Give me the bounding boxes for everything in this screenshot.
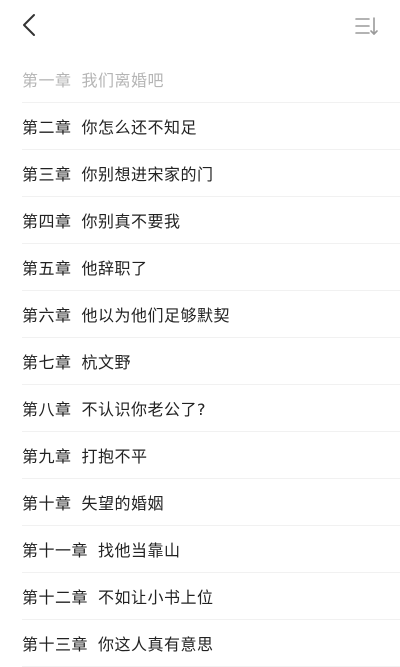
chapter-title: 找他当靠山 xyxy=(98,541,181,560)
chapter-title: 杭文野 xyxy=(81,353,132,372)
chapter-label: 第十二章 不如让小书上位 xyxy=(22,584,214,608)
chapter-title: 不如让小书上位 xyxy=(98,588,214,607)
chapter-label: 第二章 你怎么还不知足 xyxy=(22,114,197,138)
chapter-label: 第六章 他以为他们足够默契 xyxy=(22,302,230,326)
chapter-number: 第九章 xyxy=(22,447,72,466)
sort-descending-icon xyxy=(355,17,378,35)
chapter-number: 第八章 xyxy=(22,400,72,419)
chapter-label: 第八章 不认识你老公了? xyxy=(22,396,206,420)
chapter-item[interactable]: 第六章 他以为他们足够默契 xyxy=(22,291,400,338)
chapter-label: 第十一章 找他当靠山 xyxy=(22,537,181,561)
chapter-item[interactable]: 第十一章 找他当靠山 xyxy=(22,526,400,573)
chapter-item[interactable]: 第四章 你别真不要我 xyxy=(22,197,400,244)
chapter-item[interactable]: 第十三章 你这人真有意思 xyxy=(22,620,400,667)
chapter-number: 第三章 xyxy=(22,165,72,184)
chapter-title: 他以为他们足够默契 xyxy=(81,306,231,325)
chapter-title: 你这人真有意思 xyxy=(98,635,214,654)
chapter-title: 你别想进宋家的门 xyxy=(81,165,214,184)
chapter-label: 第十三章 你这人真有意思 xyxy=(22,631,214,655)
chapter-label: 第十章 失望的婚姻 xyxy=(22,490,164,514)
chapter-item[interactable]: 第九章 打抱不平 xyxy=(22,432,400,479)
chapter-item[interactable]: 第十章 失望的婚姻 xyxy=(22,479,400,526)
chapter-item[interactable]: 第二章 你怎么还不知足 xyxy=(22,103,400,150)
chapter-number: 第七章 xyxy=(22,353,72,372)
chapter-item[interactable]: 第一章 我们离婚吧 xyxy=(22,56,400,103)
chapter-number: 第一章 xyxy=(22,71,72,90)
chapter-number: 第十一章 xyxy=(22,541,89,560)
chapter-title: 你别真不要我 xyxy=(81,212,181,231)
chapter-label: 第七章 杭文野 xyxy=(22,349,131,373)
chapter-title: 打抱不平 xyxy=(81,447,148,466)
chapter-number: 第十三章 xyxy=(22,635,89,654)
chapter-number: 第五章 xyxy=(22,259,72,278)
chapter-item[interactable]: 第八章 不认识你老公了? xyxy=(22,385,400,432)
chapter-number: 第四章 xyxy=(22,212,72,231)
chapter-item[interactable]: 第十二章 不如让小书上位 xyxy=(22,573,400,620)
top-bar xyxy=(0,0,400,56)
chapter-label: 第三章 你别想进宋家的门 xyxy=(22,161,214,185)
chapter-title: 他辞职了 xyxy=(81,259,148,278)
chapter-item[interactable]: 第五章 他辞职了 xyxy=(22,244,400,291)
chapter-title: 你怎么还不知足 xyxy=(81,118,198,137)
chapter-title: 不认识你老公了? xyxy=(81,400,207,419)
back-button[interactable] xyxy=(14,10,44,40)
chapter-item[interactable]: 第三章 你别想进宋家的门 xyxy=(22,150,400,197)
chapter-number: 第二章 xyxy=(22,118,72,137)
chapter-label: 第九章 打抱不平 xyxy=(22,443,148,467)
chapter-label: 第四章 你别真不要我 xyxy=(22,208,181,232)
chapter-label: 第五章 他辞职了 xyxy=(22,255,148,279)
chapter-number: 第十章 xyxy=(22,494,72,513)
chapter-item[interactable]: 第七章 杭文野 xyxy=(22,338,400,385)
sort-button[interactable] xyxy=(352,12,382,40)
chevron-left-icon xyxy=(23,14,35,36)
chapter-number: 第十二章 xyxy=(22,588,89,607)
chapter-list: 第一章 我们离婚吧 第二章 你怎么还不知足 第三章 你别想进宋家的门 第四章 你别真不要我 第五… xyxy=(0,56,400,667)
chapter-title: 我们离婚吧 xyxy=(81,71,165,90)
chapter-label: 第一章 我们离婚吧 xyxy=(22,67,164,91)
chapter-title: 失望的婚姻 xyxy=(81,494,165,513)
chapter-number: 第六章 xyxy=(22,306,72,325)
